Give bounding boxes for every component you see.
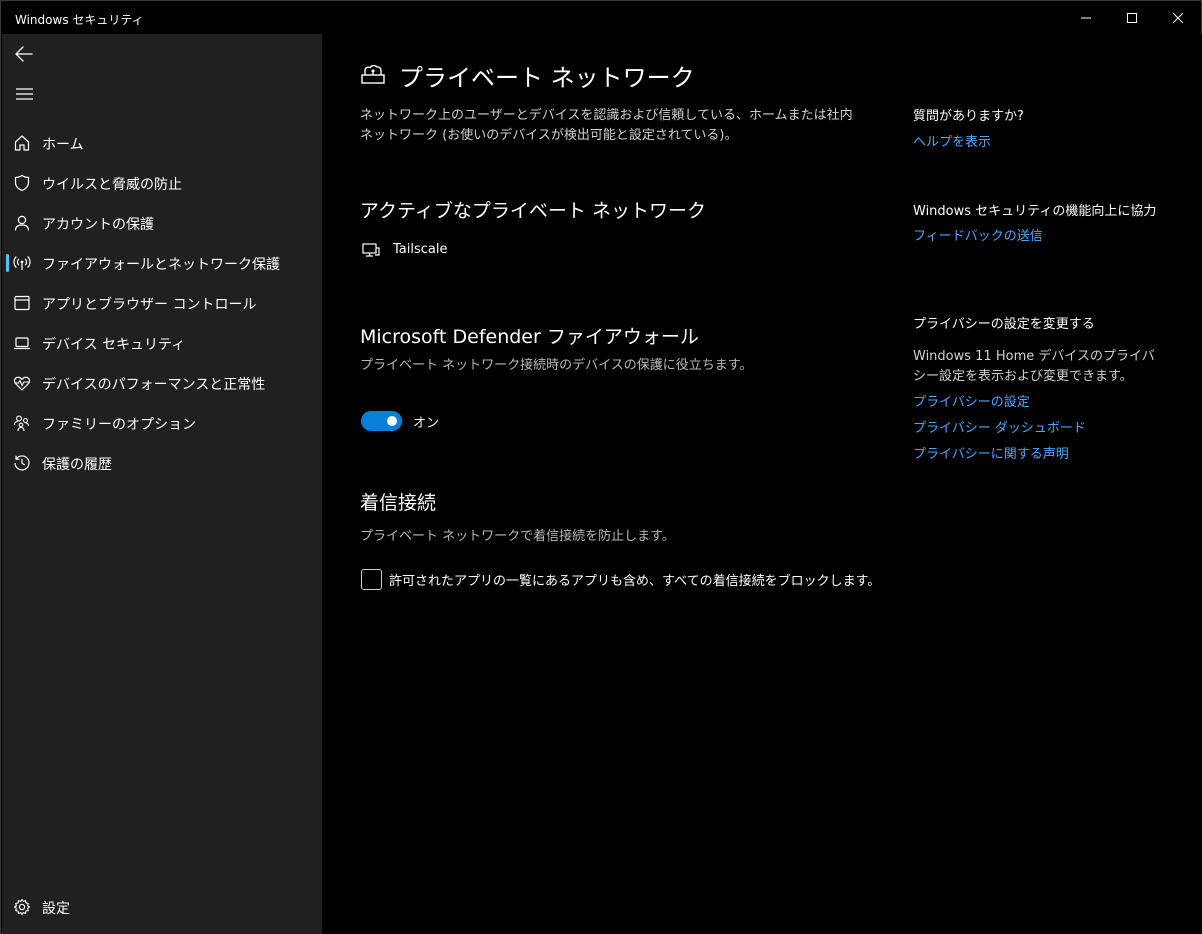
firewall-subtitle: プライベート ネットワーク接続時のデバイスの保護に役立ちます。 (360, 358, 753, 373)
sidebar-item-protection-history[interactable]: 保護の履歴 (2, 445, 322, 481)
page-description: ネットワーク上のユーザーとデバイスを認識および信頼している、ホームまたは社内ネッ… (360, 108, 853, 143)
sidebar-item-label: 設定 (42, 901, 70, 917)
toggle-knob (387, 416, 397, 426)
sidebar-item-label: ホーム (42, 137, 84, 153)
active-indicator (6, 254, 9, 272)
firewall-toggle-state: オン (413, 416, 440, 431)
privacy-statement-link[interactable]: プライバシーに関する声明 (913, 445, 1163, 465)
sidebar-item-virus-protection[interactable]: ウイルスと脅威の防止 (2, 165, 322, 201)
sidebar-item-label: アカウントの保護 (42, 217, 154, 233)
network-monitor-icon (362, 243, 380, 257)
sidebar-item-home[interactable]: ホーム (2, 125, 322, 161)
sidebar-item-account-protection[interactable]: アカウントの保護 (2, 205, 322, 241)
sidebar-item-label: 保護の履歴 (42, 457, 112, 473)
privacy-text: Windows 11 Home デバイスのプライバシー設定を表示および変更できま… (913, 349, 1155, 384)
privacy-dashboard-link[interactable]: プライバシー ダッシュボード (913, 419, 1163, 439)
network-name: Tailscale (393, 242, 448, 257)
app-window-icon (14, 295, 30, 311)
feedback-link[interactable]: フィードバックの送信 (913, 227, 1163, 247)
sidebar-item-firewall[interactable]: ファイアウォールとネットワーク保護 (2, 245, 322, 281)
privacy-settings-link[interactable]: プライバシーの設定 (913, 393, 1163, 413)
feedback-section: Windows セキュリティの機能向上に協力 フィードバックの送信 (913, 202, 1163, 247)
privacy-heading: プライバシーの設定を変更する (913, 317, 1095, 332)
sidebar-item-device-security[interactable]: デバイス セキュリティ (2, 325, 322, 361)
hamburger-icon (15, 88, 33, 100)
hamburger-menu-button[interactable] (10, 80, 38, 108)
sidebar-item-label: デバイスのパフォーマンスと正常性 (42, 377, 266, 393)
sidebar-item-app-browser-control[interactable]: アプリとブラウザー コントロール (2, 285, 322, 321)
home-icon (14, 135, 30, 151)
help-link[interactable]: ヘルプを表示 (913, 133, 1163, 153)
back-button[interactable] (10, 40, 38, 68)
minimize-button[interactable] (1063, 1, 1109, 34)
sidebar-item-label: ファミリーのオプション (42, 417, 196, 433)
back-arrow-icon (15, 46, 33, 62)
maximize-button[interactable] (1109, 1, 1155, 34)
heart-pulse-icon (13, 376, 31, 391)
person-icon (14, 215, 30, 231)
active-networks-heading: アクティブなプライベート ネットワーク (360, 200, 706, 222)
shield-icon (14, 174, 30, 192)
close-icon (1173, 12, 1183, 23)
sidebar-item-label: アプリとブラウザー コントロール (42, 297, 257, 313)
help-heading: 質問がありますか? (913, 109, 1024, 124)
feedback-heading: Windows セキュリティの機能向上に協力 (913, 204, 1157, 219)
sidebar-item-label: デバイス セキュリティ (42, 337, 186, 353)
family-icon (13, 415, 30, 432)
maximize-icon (1127, 12, 1137, 23)
main-content: プライベート ネットワーク ネットワーク上のユーザーとデバイスを認識および信頼し… (322, 34, 1202, 934)
sidebar: ホーム ウイルスと脅威の防止 アカウントの保護 ファイアウォールとネットワーク保 (2, 34, 322, 934)
incoming-connections-heading: 着信接続 (360, 492, 437, 514)
block-incoming-label: 許可されたアプリの一覧にあるアプリも含め、すべての着信接続をブロックします。 (389, 574, 881, 589)
sidebar-item-device-performance[interactable]: デバイスのパフォーマンスと正常性 (2, 365, 322, 401)
incoming-connections-subtitle: プライベート ネットワークで着信接続を防止します。 (360, 529, 675, 544)
sidebar-item-label: ファイアウォールとネットワーク保護 (42, 257, 280, 273)
sidebar-item-label: ウイルスと脅威の防止 (42, 177, 182, 193)
history-icon (14, 455, 30, 471)
block-incoming-checkbox[interactable] (361, 569, 382, 590)
help-section: 質問がありますか? ヘルプを表示 (913, 107, 1163, 153)
laptop-icon (14, 337, 30, 350)
privacy-section: プライバシーの設定を変更する Windows 11 Home デバイスのプライバ… (913, 315, 1163, 465)
window-title: Windows セキュリティ (15, 13, 144, 27)
close-button[interactable] (1155, 1, 1201, 34)
sidebar-item-family-options[interactable]: ファミリーのオプション (2, 405, 322, 441)
app-window: Windows セキュリティ ホーム ウイルスと脅威の防止 アカウントの保護 フ… (0, 0, 1202, 934)
firewall-heading: Microsoft Defender ファイアウォール (360, 326, 699, 348)
sidebar-item-settings[interactable]: 設定 (2, 889, 322, 925)
private-network-icon (361, 64, 385, 84)
firewall-toggle[interactable] (361, 411, 402, 431)
gear-icon (13, 898, 31, 916)
antenna-icon (13, 256, 31, 270)
page-title: プライベート ネットワーク (399, 64, 695, 92)
title-bar: Windows セキュリティ (1, 1, 1201, 34)
minimize-icon (1081, 17, 1091, 18)
